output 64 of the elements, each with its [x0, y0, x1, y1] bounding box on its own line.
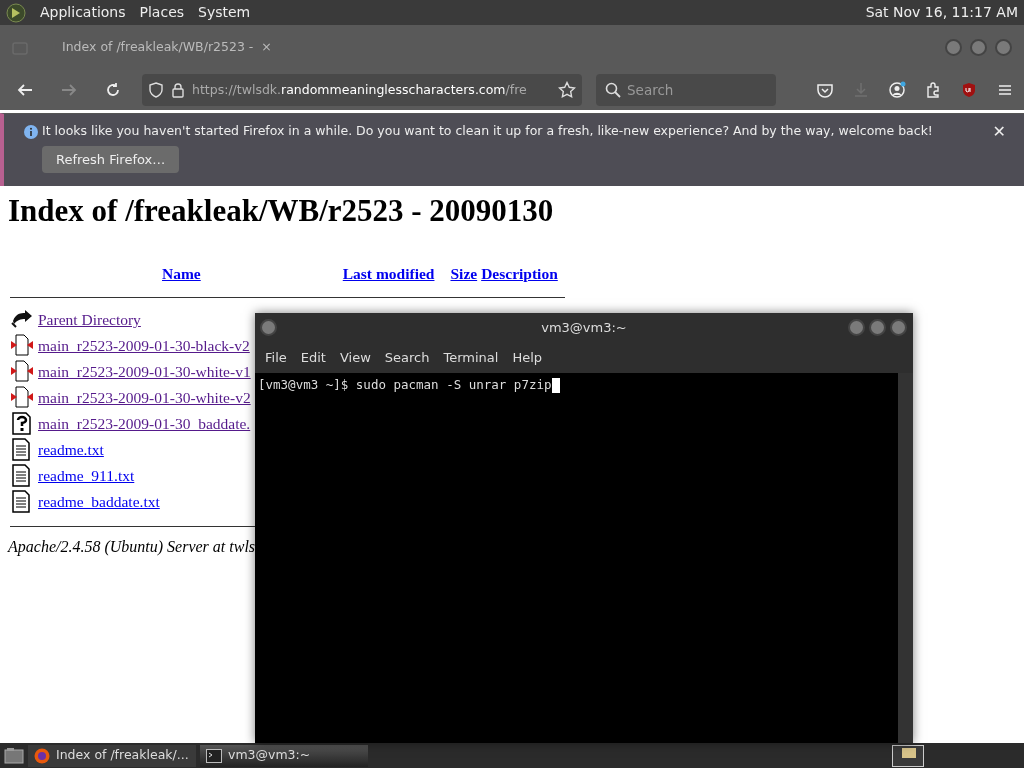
- page-heading: Index of /freakleak/WB/r2523 - 20090130: [8, 192, 555, 230]
- panel-menu[interactable]: System: [198, 2, 251, 23]
- column-link[interactable]: Size: [450, 262, 478, 286]
- terminal-line: [vm3@vm3 ~]$ sudo pacman -S unrar p7zip: [258, 377, 552, 392]
- url-text: https://twlsdk.randommeaninglesscharacters.com/fre: [192, 80, 528, 99]
- file-link[interactable]: main_r2523-2009-01-30-white-v2: [38, 385, 251, 410]
- binary-file-icon: [10, 333, 34, 358]
- window-control-button[interactable]: [890, 319, 907, 336]
- address-bar[interactable]: https://twlsdk.randommeaninglesscharacters.com/fre: [142, 74, 582, 106]
- file-link[interactable]: main_r2523-2009-01-30-black-v2: [38, 333, 250, 358]
- window-control-button[interactable]: [869, 319, 886, 336]
- reload-button[interactable]: [104, 81, 122, 99]
- close-icon[interactable]: ×: [261, 38, 272, 57]
- menu-item[interactable]: Help: [505, 348, 550, 368]
- cursor: [551, 378, 560, 393]
- column-link[interactable]: Last modified: [342, 262, 435, 286]
- refresh-button[interactable]: Refresh Firefox…: [42, 145, 180, 174]
- terminal-icon: [206, 748, 222, 763]
- file-link[interactable]: Parent Directory: [38, 307, 141, 332]
- window-title: vm3@vm3:~: [541, 319, 627, 338]
- logo-icon[interactable]: [6, 2, 26, 23]
- puzzle-icon[interactable]: [924, 81, 942, 99]
- star-icon[interactable]: [558, 81, 576, 99]
- scrollbar[interactable]: [898, 373, 913, 743]
- lock-icon: [170, 82, 186, 98]
- column-link[interactable]: Name: [162, 262, 201, 286]
- server-footer: Apache/2.4.58 (Ubuntu) Server at twls: [8, 535, 1016, 560]
- shield-icon[interactable]: [960, 81, 978, 99]
- file-link[interactable]: readme.txt: [38, 437, 104, 462]
- taskbar-button[interactable]: Index of /freakleak/...: [28, 744, 196, 767]
- binary-file-icon: [10, 359, 34, 384]
- window-control-button[interactable]: [848, 319, 865, 336]
- file-link[interactable]: main_r2523-2009-01-30_baddate.: [38, 411, 251, 436]
- file-link[interactable]: readme_911.txt: [38, 463, 135, 488]
- search-field[interactable]: Search: [596, 74, 776, 106]
- binary-file-icon: [10, 385, 34, 410]
- pocket-icon[interactable]: [816, 81, 834, 99]
- file-link[interactable]: readme_baddate.txt: [38, 489, 160, 514]
- window-control-button[interactable]: [945, 39, 962, 56]
- shield-icon: [148, 82, 164, 98]
- panel-menu[interactable]: Applications: [40, 2, 126, 23]
- workspace-thumbnail[interactable]: [892, 744, 924, 767]
- taskbar-button[interactable]: vm3@vm3:~: [200, 744, 368, 767]
- desktop-icon[interactable]: [4, 746, 24, 765]
- clock: Sat Nov 16, 11:17 AM: [865, 3, 1018, 22]
- menu-item[interactable]: View: [332, 348, 378, 368]
- notification-message: It looks like you haven't started Firefox in a while. Do you want to clean it up for a fresh, like-new experience? And by the way, welcome back!: [42, 122, 933, 140]
- menu-item[interactable]: File: [258, 348, 294, 368]
- panel-menu[interactable]: Places: [139, 2, 185, 23]
- menu-item[interactable]: Search: [377, 348, 437, 368]
- tab-title: Index of /freakleak/WB/r2523 -: [62, 38, 254, 57]
- file-link[interactable]: main_r2523-2009-01-30-white-v1: [38, 359, 251, 384]
- firefox-icon: [34, 747, 50, 764]
- column-link[interactable]: Description: [481, 262, 558, 286]
- menu-item[interactable]: Edit: [293, 348, 333, 368]
- menu-item[interactable]: Terminal: [436, 348, 506, 368]
- info-icon: [24, 125, 38, 139]
- close-icon[interactable]: ✕: [992, 120, 1006, 144]
- account-icon[interactable]: [888, 81, 906, 99]
- window-menu-button[interactable]: [260, 319, 277, 336]
- window-control-button[interactable]: [970, 39, 987, 56]
- browser-tab[interactable]: Index of /freakleak/WB/r2523 - ×: [36, 38, 272, 57]
- window-control-button[interactable]: [995, 39, 1012, 56]
- unknown-file-icon: [10, 411, 34, 436]
